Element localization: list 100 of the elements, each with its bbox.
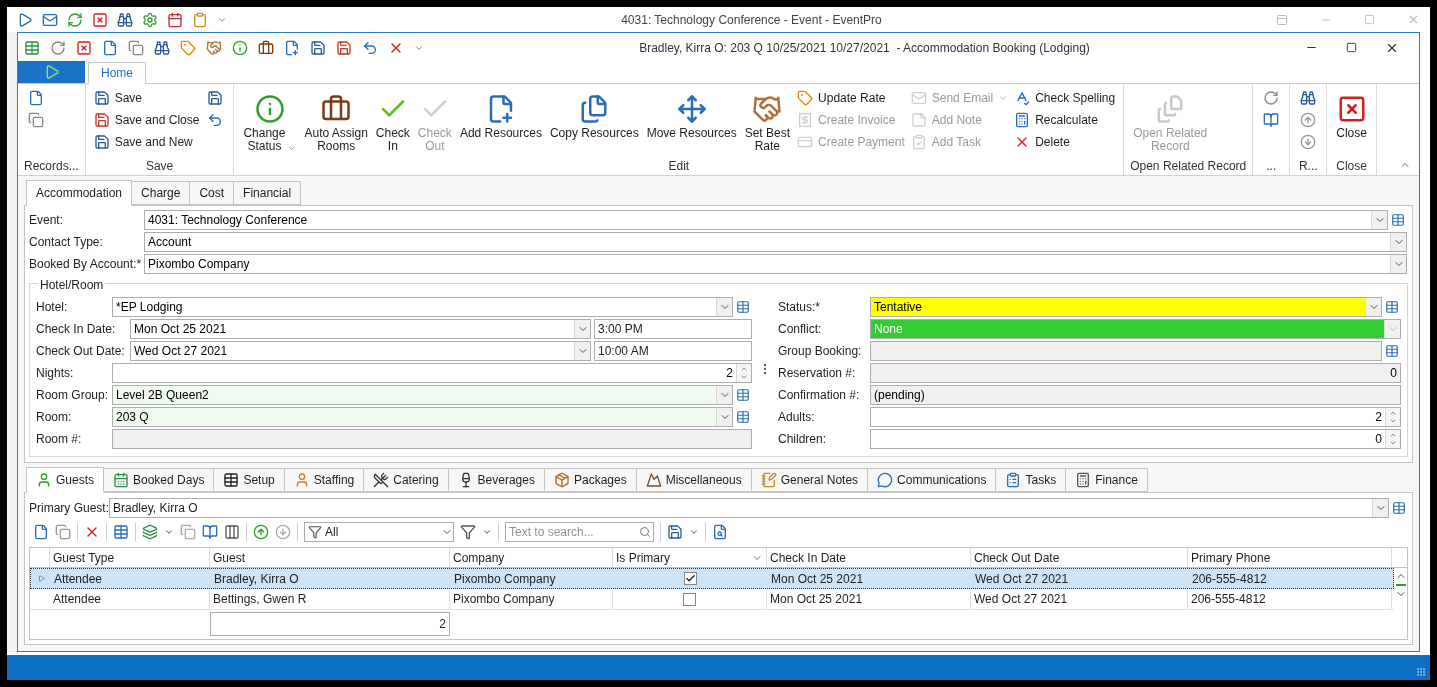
input-field[interactable]: 0	[870, 429, 1401, 449]
column-header[interactable]: Check Out Date	[971, 548, 1188, 567]
input-field[interactable]: Account	[144, 232, 1407, 252]
input-field[interactable]: 4031: Technology Conference	[144, 210, 1388, 230]
time-field[interactable]: 10:00 AM	[594, 341, 752, 361]
input-field[interactable]: *EP Lodging	[112, 297, 733, 317]
ribbon-button[interactable]: Change Status	[240, 87, 300, 157]
time-field[interactable]: 3:00 PM	[594, 319, 752, 339]
spin-button[interactable]	[1385, 430, 1400, 448]
field-label: Group Booking:	[778, 343, 863, 360]
ribbon-button[interactable]: Save	[91, 87, 202, 109]
input-field[interactable]: Wed Oct 27 2021	[130, 341, 591, 361]
input-field[interactable]: 0	[870, 363, 1401, 383]
resize-grip-icon	[1416, 667, 1426, 677]
ribbon-button[interactable]: Copy Resources	[546, 87, 642, 157]
ribbon-button[interactable]: Move Resources	[643, 87, 740, 157]
maximize-icon	[1346, 42, 1357, 53]
dropdown-button[interactable]	[1371, 211, 1387, 229]
clipboard-icon	[192, 11, 208, 28]
tab[interactable]: Booked Days	[103, 468, 215, 492]
input-field[interactable]: 2	[112, 363, 752, 383]
dropdown-button[interactable]	[574, 320, 590, 338]
refresh-icon	[67, 11, 83, 28]
input-field[interactable]: (pending)	[870, 385, 1401, 405]
table-row[interactable]: Attendee Bradley, Kirra O Pixombo Company Mon Oct 25 2021 Wed Oct 27 2021 206-555-4812	[30, 568, 1394, 589]
dropdown-button[interactable]	[716, 298, 732, 316]
dropdown-button[interactable]	[574, 342, 590, 360]
input-field[interactable]: Mon Oct 25 2021	[130, 319, 591, 339]
ribbon-button[interactable]: Update Rate	[795, 87, 907, 109]
ribbon-button[interactable]: Save and Close	[91, 109, 202, 131]
input-field[interactable]: Level 2B Queen2	[112, 385, 733, 405]
search-field[interactable]: Text to search...	[505, 522, 654, 542]
tab[interactable]: Beverages	[447, 468, 545, 492]
ribbon-button[interactable]: Delete	[1012, 131, 1118, 153]
tab[interactable]: Charge	[131, 181, 191, 205]
tab[interactable]: Guests	[26, 467, 104, 493]
tab[interactable]: Accommodation	[26, 180, 133, 206]
checkbox[interactable]	[683, 592, 696, 606]
dropdown-button[interactable]	[1390, 233, 1406, 251]
input-field[interactable]	[112, 429, 752, 449]
tab[interactable]: Financial	[233, 181, 302, 205]
mail-icon	[42, 11, 58, 28]
column-header[interactable]: Guest	[210, 548, 450, 567]
filter-dropdown[interactable]: All	[304, 522, 454, 542]
lookup-icon	[1391, 213, 1405, 227]
tab[interactable]: Staffing	[283, 468, 365, 492]
save-icon	[310, 39, 326, 56]
column-header[interactable]: Check In Date	[767, 548, 971, 567]
tab[interactable]: Catering	[363, 468, 449, 492]
tab[interactable]: Packages	[543, 468, 637, 492]
input-field[interactable]: 203 Q	[112, 407, 733, 427]
tab[interactable]: Cost	[189, 181, 235, 205]
column-header[interactable]: Company	[450, 548, 613, 567]
ribbon-button[interactable]: Check Spelling	[1012, 87, 1118, 109]
tab[interactable]: Finance	[1065, 468, 1148, 492]
pin-icon	[1276, 13, 1288, 26]
save-icon	[667, 524, 683, 540]
column-header[interactable]: Primary Phone	[1188, 548, 1392, 567]
chevron-down-icon	[1389, 439, 1397, 447]
invoice-icon	[797, 112, 814, 128]
ribbon-button[interactable]: Save and New	[91, 131, 202, 153]
tab[interactable]: Tasks	[995, 468, 1067, 492]
input-field[interactable]: Bradley, Kirra O	[109, 498, 1389, 518]
close-icon	[1407, 13, 1420, 26]
chevron-down-icon	[740, 373, 748, 381]
tab[interactable]: Setup	[213, 468, 285, 492]
ribbon-button[interactable]: Close	[1333, 87, 1370, 157]
dropdown-button[interactable]	[1365, 298, 1381, 316]
group-label: ...	[1265, 158, 1278, 175]
ribbon-tab[interactable]: Home	[88, 62, 146, 84]
ribbon-button[interactable]: Check In	[372, 87, 413, 157]
tab[interactable]: Communications	[867, 468, 997, 492]
note-icon	[910, 112, 927, 128]
checkbox[interactable]	[684, 572, 697, 585]
lookup-icon	[113, 524, 129, 540]
input-field[interactable]: 2	[870, 407, 1401, 427]
close-icon	[92, 11, 108, 28]
spin-button[interactable]	[1385, 408, 1400, 426]
dropdown-button[interactable]	[716, 386, 732, 404]
column-header[interactable]: Guest Type	[50, 548, 210, 567]
ribbon-button[interactable]: Recalculate	[1012, 109, 1118, 131]
tab[interactable]: General Notes	[750, 468, 869, 492]
undo-icon	[362, 39, 378, 56]
table-row[interactable]: Attendee Bettings, Gwen R Pixombo Company Mon Oct 25 2021 Wed Oct 27 2021 206-555-4812	[30, 589, 1394, 610]
tab[interactable]: Miscellaneous	[635, 468, 752, 492]
app-menu-button[interactable]	[18, 61, 85, 83]
input-field[interactable]: Tentative	[870, 297, 1382, 317]
spin-button[interactable]	[736, 364, 751, 382]
ribbon-button[interactable]: Add Resources	[456, 87, 545, 157]
ribbon-button[interactable]: Auto Assign Rooms	[301, 87, 371, 157]
field-label: Children:	[778, 431, 828, 448]
ribbon-button[interactable]: Set Best Rate	[741, 87, 794, 157]
column-header[interactable]: Is Primary	[613, 548, 767, 567]
dropdown-button[interactable]	[1390, 255, 1406, 273]
field-label: Room Group:	[36, 387, 110, 404]
input-field[interactable]: Pixombo Company	[144, 254, 1407, 274]
input-field[interactable]	[870, 341, 1382, 361]
field-label: Primary Guest:	[29, 500, 109, 517]
dropdown-button[interactable]	[716, 408, 732, 426]
lookup-icon	[1385, 300, 1399, 314]
